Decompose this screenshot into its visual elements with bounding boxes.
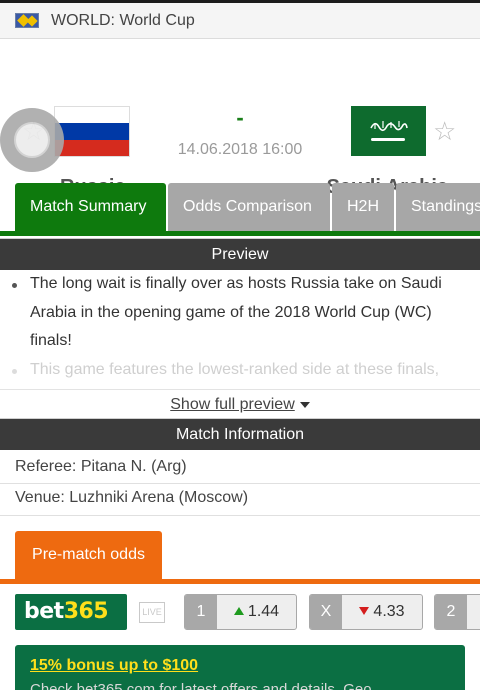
odds-key: 2 xyxy=(435,595,467,629)
tab-standings[interactable]: Standings xyxy=(396,183,480,232)
divider xyxy=(0,515,480,516)
match-information-heading: Match Information xyxy=(0,418,480,450)
tab-match-summary[interactable]: Match Summary xyxy=(15,183,166,232)
promo-text: Check bet365.com for latest offers and d… xyxy=(30,681,372,690)
saudi-arabia-flag-icon xyxy=(351,106,426,156)
odds-button-home[interactable]: 1 1.44 xyxy=(184,594,297,630)
venue-info: Venue: Luzhniki Arena (Moscow) xyxy=(15,489,249,506)
odds-tab-underline xyxy=(0,579,480,584)
tab-pre-match-odds[interactable]: Pre-match odds xyxy=(15,531,162,580)
tab-underline xyxy=(0,231,480,236)
preview-heading: Preview xyxy=(0,238,480,270)
bookmaker-odds-row: bet365 LIVE 1 1.44 X 4.33 2 xyxy=(0,592,480,632)
tab-odds-comparison[interactable]: Odds Comparison xyxy=(168,183,330,232)
show-full-preview-label[interactable]: Show full preview xyxy=(170,396,295,413)
live-icon: LIVE xyxy=(139,602,165,623)
arrow-down-icon xyxy=(359,607,370,615)
odds-button-away[interactable]: 2 xyxy=(434,594,480,630)
show-full-preview-link[interactable]: Show full preview xyxy=(0,389,480,418)
odds-value-draw: 4.33 xyxy=(342,595,422,629)
competition-title[interactable]: WORLD: World Cup xyxy=(51,12,195,30)
odds-button-draw[interactable]: X 4.33 xyxy=(309,594,423,630)
match-tabs: Match Summary Odds Comparison H2H Standi… xyxy=(0,183,480,232)
bet365-logo[interactable]: bet365 xyxy=(15,594,127,630)
divider xyxy=(0,483,480,484)
odds-value-home: 1.44 xyxy=(217,595,296,629)
preview-bullet: The long wait is finally over as hosts R… xyxy=(0,270,480,356)
favorite-star-icon[interactable]: ☆ xyxy=(433,118,456,144)
arrow-up-icon xyxy=(233,607,244,615)
odds-key: 1 xyxy=(185,595,217,629)
bookmaker-promo[interactable]: 15% bonus up to $100 Check bet365.com fo… xyxy=(15,645,465,690)
world-flag-icon xyxy=(15,13,39,28)
preview-bullet: This game features the lowest-ranked sid… xyxy=(0,356,480,385)
promo-title-link[interactable]: 15% bonus up to $100 xyxy=(30,657,450,675)
referee-info: Referee: Pitana N. (Arg) xyxy=(15,458,187,475)
odds-value-away xyxy=(467,595,480,629)
floating-assistive-button[interactable] xyxy=(0,108,64,172)
tab-h2h[interactable]: H2H xyxy=(332,183,394,232)
match-header: ☆ - 14.06.2018 16:00 ☆ Russia Saudi Arab… xyxy=(0,40,480,198)
caret-down-icon xyxy=(299,401,310,408)
preview-content: The long wait is finally over as hosts R… xyxy=(0,270,480,388)
odds-key: X xyxy=(310,595,342,629)
competition-bar[interactable]: WORLD: World Cup xyxy=(0,3,480,39)
